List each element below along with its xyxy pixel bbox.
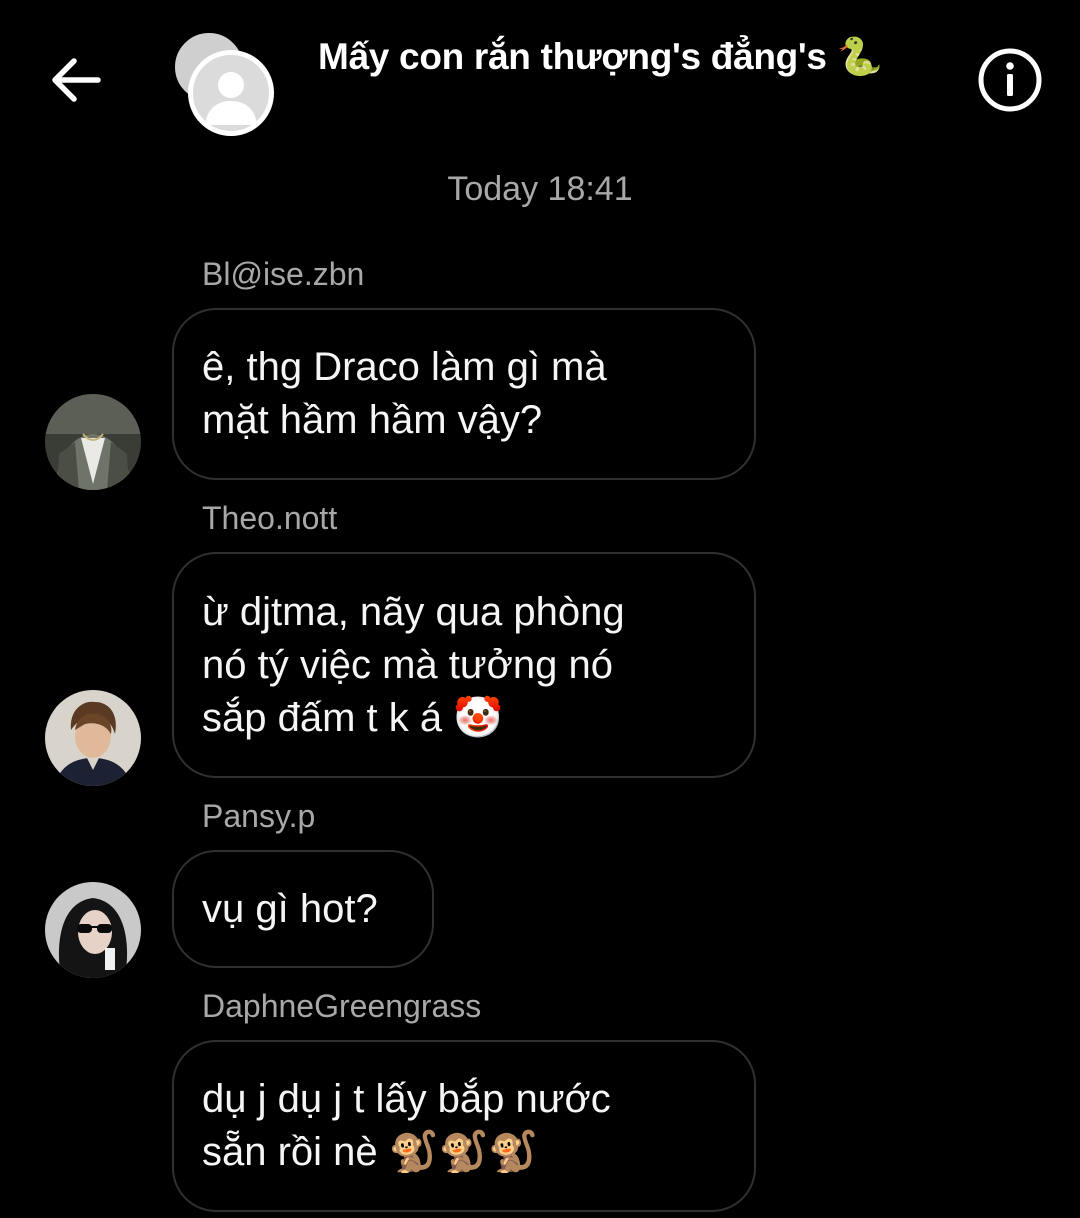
group-title[interactable]: Mấy con rắn thượng's đẳng's 🐍 — [318, 36, 883, 79]
info-button[interactable] — [976, 46, 1044, 114]
message-bubble[interactable]: dụ j dụ j t lấy bắp nước sẵn rồi nè 🐒🐒🐒 — [172, 1040, 756, 1212]
user-silhouette-icon — [205, 72, 257, 125]
avatar[interactable] — [45, 394, 141, 490]
chat-timestamp: Today 18:41 — [447, 170, 633, 208]
sender-name: Pansy.p — [202, 798, 316, 834]
avatar[interactable] — [45, 882, 141, 978]
message-line: sẵn rồi nè 🐒🐒🐒 — [202, 1130, 539, 1174]
profile-photo — [45, 394, 141, 490]
sender-name: Bl@ise.zbn — [202, 256, 365, 292]
message-line: dụ j dụ j t lấy bắp nước — [202, 1077, 611, 1121]
avatar[interactable] — [45, 690, 141, 786]
message-line: vụ gì hot? — [202, 886, 378, 931]
message-line: nó tý việc mà tưởng nó — [202, 642, 613, 687]
sender-name: Theo.nott — [202, 500, 338, 536]
message-bubble[interactable]: ừ djtma, nãy qua phòng nó tý việc mà tưở… — [172, 552, 756, 778]
profile-photo — [45, 690, 141, 786]
message-line: ừ djtma, nãy qua phòng — [202, 589, 625, 634]
message-line: sắp đấm t k á 🤡 — [202, 695, 504, 740]
message-bubble[interactable]: vụ gì hot? — [172, 850, 434, 968]
message-line: ê, thg Draco làm gì mà — [202, 345, 607, 389]
profile-photo — [45, 882, 141, 978]
back-button[interactable] — [40, 48, 112, 112]
message-line: mặt hầm hầm vậy? — [202, 398, 543, 442]
info-circle-icon — [978, 48, 1042, 112]
arrow-left-icon — [52, 58, 101, 102]
avatar-placeholder-front — [188, 50, 274, 136]
chat-header: Mấy con rắn thượng's đẳng's 🐍 — [0, 0, 1080, 150]
group-avatar[interactable] — [170, 28, 278, 136]
message-bubble[interactable]: ê, thg Draco làm gì mà mặt hầm hầm vậy? — [172, 308, 756, 480]
sender-name: DaphneGreengrass — [202, 988, 482, 1024]
